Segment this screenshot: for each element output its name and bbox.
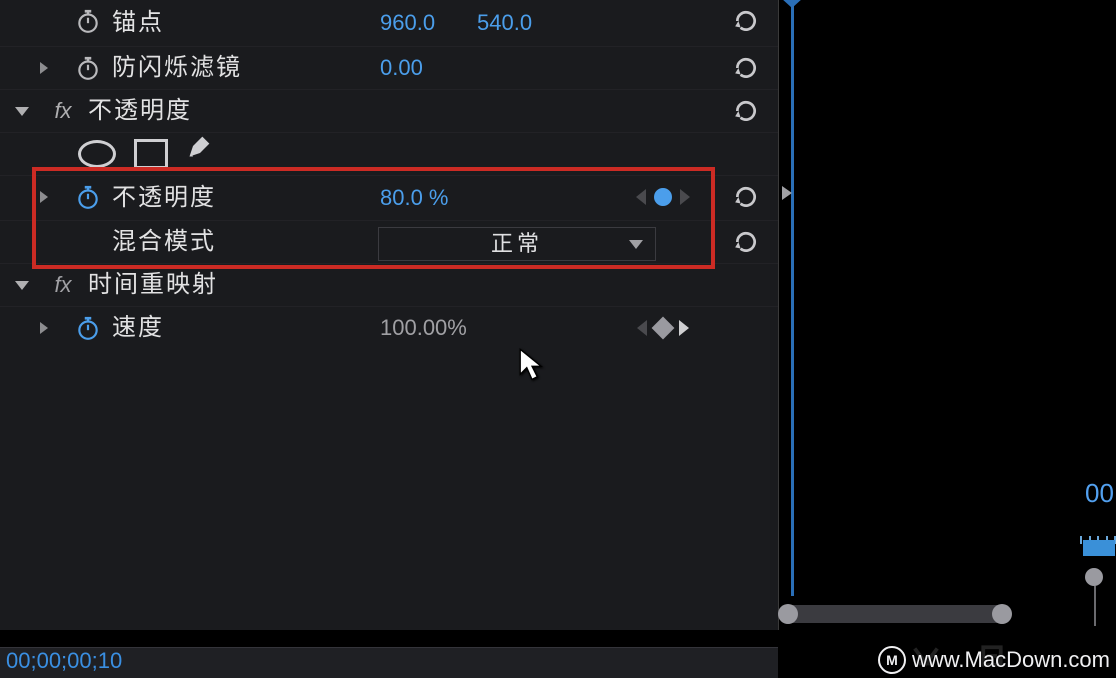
keyframe-marker-icon[interactable] [782, 186, 792, 200]
reset-button[interactable] [726, 0, 766, 42]
timecode-bar: 00;00;00;10 [0, 647, 778, 678]
speed-label: 速度 [112, 307, 164, 349]
anti-flicker-label: 防闪烁滤镜 [112, 47, 242, 89]
expand-arrow-icon[interactable] [34, 47, 54, 89]
add-keyframe-icon[interactable] [652, 317, 675, 340]
playhead-icon[interactable] [781, 0, 803, 8]
anti-flicker-value[interactable]: 0.00 [380, 47, 423, 89]
next-keyframe-icon[interactable] [679, 320, 689, 336]
fx-icon[interactable]: fx [48, 90, 78, 132]
effects-panel: 锚点 960.0 540.0 防闪烁滤镜 0.00 fx 不透明度 [0, 0, 779, 630]
row-anti-flicker: 防闪烁滤镜 0.00 [0, 47, 778, 90]
speed-value[interactable]: 100.00% [380, 307, 467, 349]
row-speed: 速度 100.00% [0, 307, 778, 349]
row-mask-tools [0, 133, 778, 176]
opacity-value[interactable]: 80.0 % [380, 176, 449, 220]
timeline-knob-icon[interactable] [1085, 568, 1103, 586]
blend-mode-label: 混合模式 [112, 221, 216, 263]
timeline-scroll-track [1094, 586, 1096, 626]
stopwatch-icon[interactable] [73, 0, 103, 42]
ellipse-mask-icon[interactable] [78, 140, 116, 168]
playhead-line [791, 0, 794, 596]
blend-mode-value: 正常 [491, 223, 543, 265]
timeline-area[interactable] [779, 0, 1116, 678]
watermark: M www.MacDown.com [878, 646, 1110, 674]
collapse-arrow-icon[interactable] [10, 90, 34, 132]
anchor-x-value[interactable]: 960.0 [380, 0, 435, 46]
scrollbar-handle-right[interactable] [992, 604, 1012, 624]
add-keyframe-icon[interactable] [654, 188, 672, 206]
timecode-display[interactable]: 00;00;00;10 [6, 648, 122, 674]
chevron-down-icon [629, 240, 643, 250]
row-opacity-group: fx 不透明度 [0, 90, 778, 133]
time-remapping-label: 时间重映射 [88, 264, 218, 306]
expand-arrow-icon[interactable] [34, 176, 54, 218]
reset-button[interactable] [726, 90, 766, 132]
stopwatch-active-icon[interactable] [73, 307, 103, 349]
reset-button[interactable] [726, 176, 766, 218]
reset-button[interactable] [726, 221, 766, 263]
reset-button[interactable] [726, 47, 766, 89]
next-keyframe-icon[interactable] [680, 189, 690, 205]
horizontal-scrollbar[interactable] [780, 605, 1010, 623]
pen-mask-icon[interactable] [186, 132, 214, 177]
opacity-label: 不透明度 [112, 176, 216, 220]
row-blend-mode: 混合模式 正常 [0, 221, 778, 264]
prev-keyframe-icon[interactable] [637, 320, 647, 336]
opacity-group-label: 不透明度 [88, 90, 192, 132]
rectangle-mask-icon[interactable] [134, 139, 168, 169]
scrollbar-handle-left[interactable] [778, 604, 798, 624]
watermark-text: www.MacDown.com [912, 647, 1110, 673]
watermark-logo-icon: M [878, 646, 906, 674]
anchor-y-value[interactable]: 540.0 [477, 0, 532, 46]
stopwatch-icon[interactable] [73, 47, 103, 89]
row-time-remapping-group: fx 时间重映射 [0, 264, 778, 307]
fx-icon[interactable]: fx [48, 264, 78, 306]
collapse-arrow-icon[interactable] [10, 264, 34, 306]
anchor-point-label: 锚点 [112, 0, 164, 46]
row-opacity-value: 不透明度 80.0 % [0, 176, 778, 221]
prev-keyframe-icon[interactable] [636, 189, 646, 205]
expand-arrow-icon[interactable] [34, 307, 54, 349]
row-anchor-point: 锚点 960.0 540.0 [0, 0, 778, 47]
stopwatch-active-icon[interactable] [73, 176, 103, 218]
timeline-clip[interactable] [1083, 540, 1115, 556]
blend-mode-dropdown[interactable]: 正常 [378, 227, 656, 261]
timeline-frame-label: 00 [1085, 478, 1114, 509]
